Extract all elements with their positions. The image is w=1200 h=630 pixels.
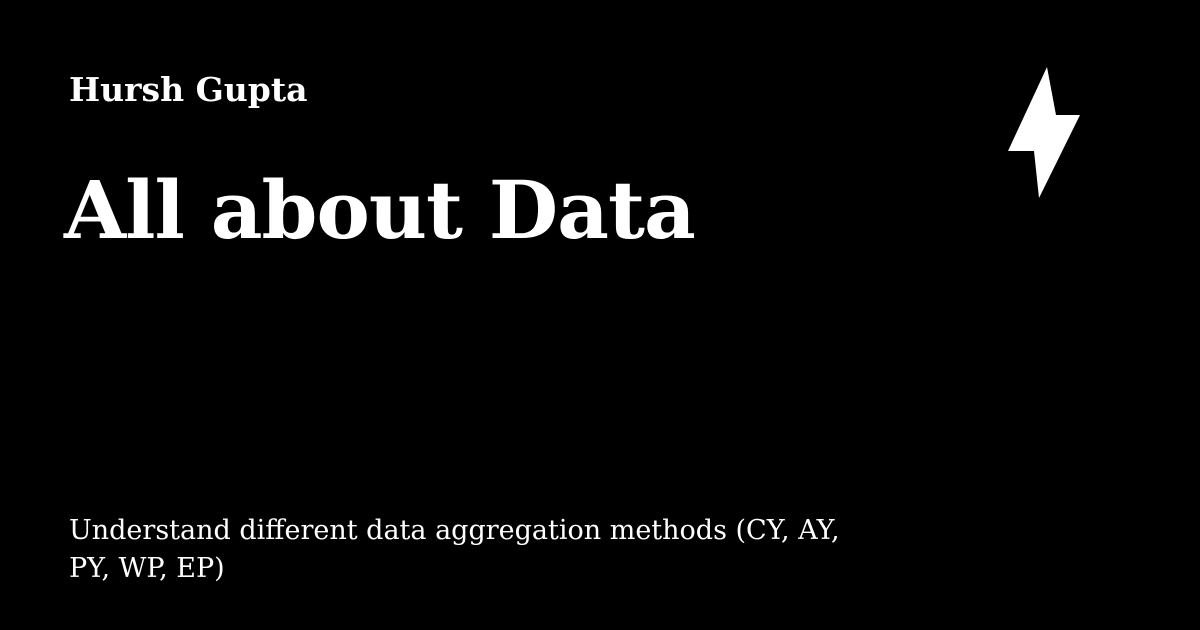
social-card: Hursh Gupta All about Data Understand di… bbox=[0, 0, 1200, 630]
page-title: All about Data bbox=[64, 163, 696, 257]
description-text: Understand different data aggregation me… bbox=[69, 515, 840, 584]
lightning-bolt-icon bbox=[1004, 65, 1084, 199]
author-name: Hursh Gupta bbox=[69, 70, 308, 109]
